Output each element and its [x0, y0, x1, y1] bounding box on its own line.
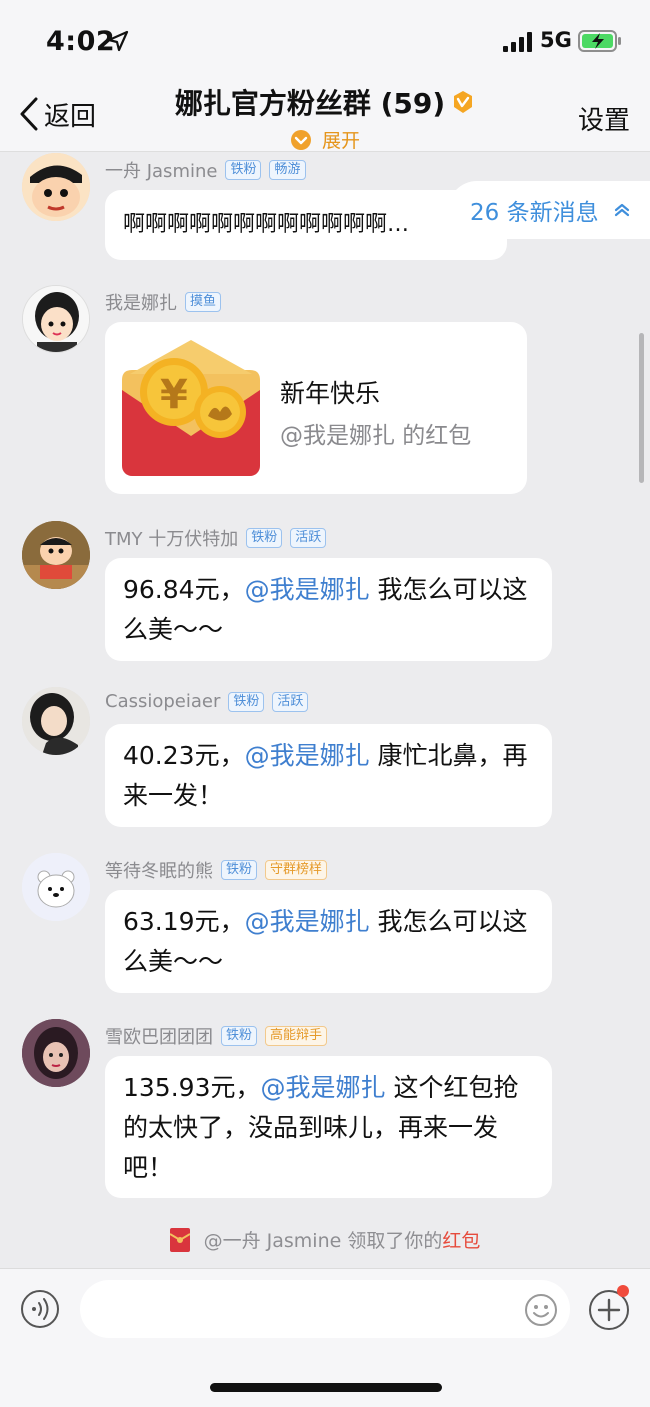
status-time: 4:02: [46, 26, 116, 57]
mention-link[interactable]: @我是娜扎: [245, 575, 370, 604]
message-bubble[interactable]: 135.93元，@我是娜扎 这个红包抢的太快了，没品到味儿，再来一发吧！: [105, 1056, 552, 1198]
member-tag: 铁粉: [225, 160, 262, 180]
expand-label: 展开: [321, 130, 360, 152]
notice-text: @一舟 Jasmine 领取了你的: [203, 1230, 443, 1252]
avatar-cartoon-icon: [22, 153, 90, 221]
settings-button[interactable]: 设置: [578, 100, 630, 137]
home-indicator[interactable]: [210, 1383, 442, 1392]
member-tag: 活跃: [272, 691, 309, 712]
message-amount: 63.19元，: [123, 907, 245, 936]
member-tag: 铁粉: [221, 860, 258, 880]
voice-input-icon[interactable]: [20, 1289, 60, 1329]
emoji-icon[interactable]: [524, 1293, 558, 1327]
message-input[interactable]: [80, 1280, 570, 1338]
system-notice: @一舟 Jasmine 领取了你的 红包: [0, 1226, 650, 1253]
sender-name: Cassiopeiaer: [105, 691, 221, 712]
chevron-down-circle-icon: [290, 129, 311, 150]
member-tag: 畅游: [269, 160, 306, 180]
member-tag: 铁粉: [228, 691, 265, 712]
red-packet-icon: ¥: [122, 340, 260, 476]
mention-link[interactable]: @我是娜扎: [260, 1073, 385, 1102]
message-bubble[interactable]: 63.19元，@我是娜扎 我怎么可以这么美～～: [105, 890, 552, 993]
scrollbar[interactable]: [639, 333, 644, 483]
group-title: 娜扎官方粉丝群 (59): [174, 87, 446, 120]
avatar[interactable]: [22, 285, 90, 353]
status-bar: 4:02 5G: [0, 0, 650, 80]
network-type: 5G: [540, 28, 572, 52]
svg-text:¥: ¥: [160, 372, 188, 418]
sender-name: 一舟 Jasmine: [105, 161, 218, 182]
message-bubble[interactable]: 啊啊啊啊啊啊啊啊啊啊啊啊…: [105, 190, 507, 260]
sender-name: 等待冬眠的熊: [105, 861, 213, 882]
new-messages-label: 26 条新消息: [470, 200, 599, 226]
avatar[interactable]: [22, 687, 90, 755]
verified-badge-icon: [454, 91, 473, 113]
input-bar: [0, 1268, 650, 1407]
message-list[interactable]: 一舟 Jasmine 铁粉 畅游 啊啊啊啊啊啊啊啊啊啊啊啊… 26 条新消息 我…: [0, 153, 650, 1268]
cellular-signal-icon: [503, 32, 532, 52]
mention-link[interactable]: @我是娜扎: [245, 907, 370, 936]
member-tag: 摸鱼: [185, 292, 222, 312]
avatar-cartoon-icon: [23, 286, 89, 352]
notification-dot: [617, 1285, 629, 1297]
new-messages-button[interactable]: 26 条新消息: [448, 181, 650, 239]
mention-link[interactable]: @我是娜扎: [245, 741, 370, 770]
message-amount: 135.93元，: [123, 1073, 261, 1102]
double-chevron-up-icon: [614, 203, 629, 217]
sender-name: 雪欧巴团团团: [105, 1027, 213, 1048]
member-tag: 高能辩手: [265, 1026, 328, 1046]
member-tag: 铁粉: [246, 528, 283, 548]
avatar-photo-icon: [22, 687, 90, 755]
avatar[interactable]: [22, 153, 90, 221]
avatar-illustration-icon: [22, 1019, 90, 1087]
packet-title: 新年快乐: [280, 379, 381, 408]
packet-subtitle: @我是娜扎 的红包: [280, 423, 472, 449]
member-tag: 守群榜样: [265, 860, 328, 880]
location-arrow-icon: [107, 30, 129, 52]
message-text: 啊啊啊啊啊啊啊啊啊啊啊啊…: [123, 212, 410, 237]
notice-red-packet-link[interactable]: 红包: [442, 1226, 480, 1253]
avatar-bear-icon: [22, 853, 90, 921]
red-packet-small-icon: [169, 1227, 190, 1252]
battery-charging-icon: [578, 30, 621, 52]
sender-name: 我是娜扎: [105, 293, 177, 314]
message-bubble[interactable]: 40.23元，@我是娜扎 康忙北鼻，再来一发！: [105, 724, 552, 827]
red-packet-card[interactable]: ¥ 新年快乐 @我是娜扎 的红包: [105, 322, 527, 494]
message-amount: 40.23元，: [123, 741, 245, 770]
chat-header: 返回 娜扎官方粉丝群 (59) 展开 设置: [0, 80, 650, 152]
message-amount: 96.84元，: [123, 575, 245, 604]
avatar-cartoon-icon: [22, 521, 90, 589]
avatar[interactable]: [22, 1019, 90, 1087]
member-tag: 活跃: [290, 528, 327, 548]
avatar[interactable]: [22, 521, 90, 589]
expand-button[interactable]: 展开: [290, 126, 360, 153]
member-tag: 铁粉: [221, 1026, 258, 1046]
sender-name: TMY 十万伏特加: [105, 529, 239, 550]
message-bubble[interactable]: 96.84元，@我是娜扎 我怎么可以这么美～～: [105, 558, 552, 661]
avatar[interactable]: [22, 853, 90, 921]
